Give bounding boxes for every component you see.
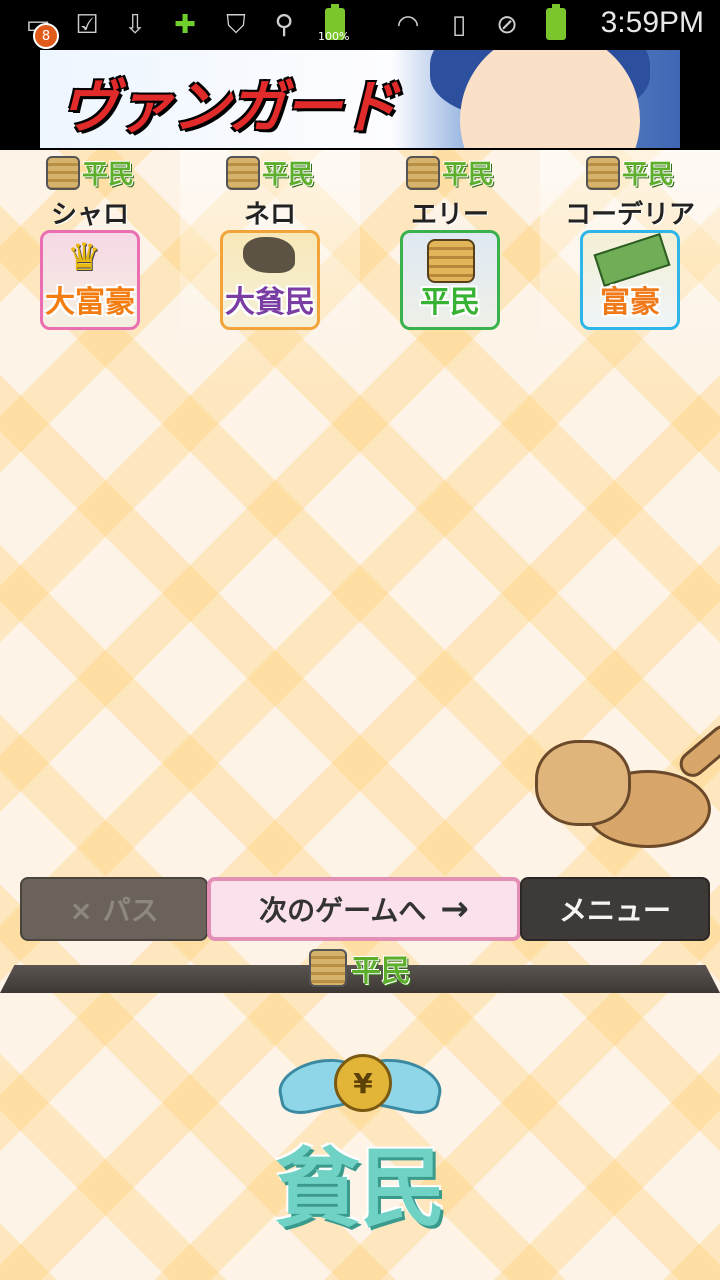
pass-button[interactable]: × パス xyxy=(20,877,208,941)
player-slot-2: 平民 ネロ 大貧民 xyxy=(180,150,360,390)
player-rank: 平民 xyxy=(540,154,720,191)
player-rank: 平民 xyxy=(180,154,360,191)
cat-mascot xyxy=(525,719,720,880)
notification-count-badge: 8 xyxy=(33,23,59,49)
arrow-right-icon: → xyxy=(440,889,469,929)
no-sim-icon: ⊘ xyxy=(496,10,518,40)
player-rank: 平民 xyxy=(360,154,540,191)
self-rank-label: 平民 xyxy=(351,954,411,989)
rank-emblem: ¥ 貧民 xyxy=(260,1050,460,1280)
player-avatar: ♛ 大富豪 xyxy=(40,230,140,330)
player-avatar: 富豪 xyxy=(580,230,680,330)
player-name: ネロ xyxy=(243,200,296,230)
coin-icon xyxy=(405,155,440,190)
download-icon: ⇩ xyxy=(124,10,146,40)
battery-icon xyxy=(546,4,566,40)
ad-logo-text: ヴァンガード xyxy=(60,73,398,141)
pass-label: × パス xyxy=(69,894,159,927)
player-rank-label: 平民 xyxy=(441,160,494,190)
player-title-badge: 富豪 xyxy=(600,285,660,320)
coin-icon xyxy=(45,155,80,190)
ad-banner[interactable]: ヴァンガード xyxy=(40,50,680,148)
add-icon: ✚ xyxy=(174,10,196,40)
usb-icon: ⚲ xyxy=(274,10,294,40)
player-slot-4: 平民 コーデリア 富豪 xyxy=(540,150,720,390)
shield-icon: ⛉ xyxy=(226,9,246,40)
next-game-button[interactable]: 次のゲームへ → xyxy=(207,877,521,941)
coin-icon xyxy=(585,155,620,190)
player-title-badge: 大貧民 xyxy=(225,285,315,320)
self-rank: 平民 xyxy=(0,946,720,990)
player-slot-1: 平民 シャロ ♛ 大富豪 xyxy=(0,150,180,390)
wifi-icon: ◠ xyxy=(396,10,420,40)
player-name: エリー xyxy=(410,200,489,230)
game-board: 平民 シャロ ♛ 大富豪 平民 ネロ 大貧民 平民 エリー 平民 平民 コーデリ… xyxy=(0,150,720,1280)
player-avatar: 大貧民 xyxy=(220,230,320,330)
checkbox-icon: ☑ xyxy=(75,10,99,40)
next-game-label: 次のゲームへ xyxy=(259,894,427,927)
player-avatar: 平民 xyxy=(400,230,500,330)
player-rank-label: 平民 xyxy=(81,160,134,190)
self-rank-title: 貧民 xyxy=(274,1139,446,1239)
player-slot-3: 平民 エリー 平民 xyxy=(360,150,540,390)
coin-icon xyxy=(225,155,260,190)
clock: 3:59PM xyxy=(600,6,704,39)
menu-label: メニュー xyxy=(558,894,671,927)
ad-bar: ヴァンガード xyxy=(0,50,720,150)
player-title-badge: 平民 xyxy=(420,285,480,320)
player-name: シャロ xyxy=(50,200,129,230)
menu-button[interactable]: メニュー xyxy=(520,877,710,941)
player-rank: 平民 xyxy=(0,154,180,191)
ad-character-face xyxy=(460,50,640,148)
battery-percent: 100% xyxy=(318,30,350,43)
status-bar: ▭ 8 ☑ ⇩ ✚ ⛉ ⚲ 100% ◠ ▯ ⊘ 3:59PM xyxy=(0,0,720,50)
sim-icon: ▯ xyxy=(451,10,467,40)
player-rank-label: 平民 xyxy=(621,160,674,190)
cat-head xyxy=(535,740,631,826)
player-rank-label: 平民 xyxy=(261,160,314,190)
player-title-badge: 大富豪 xyxy=(45,285,135,320)
crown-icon: ♛ xyxy=(67,235,102,279)
patch-icon xyxy=(243,237,295,273)
player-name: コーデリア xyxy=(564,200,695,230)
coin-icon xyxy=(309,949,347,987)
yen-coin-icon: ¥ xyxy=(334,1054,392,1112)
cat-tail xyxy=(674,719,720,783)
